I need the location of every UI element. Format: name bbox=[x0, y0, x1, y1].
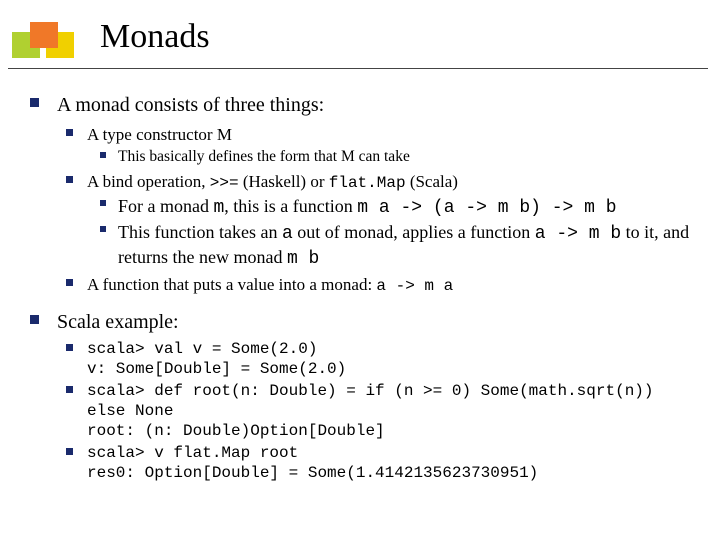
slide-content: A monad consists of three things: A type… bbox=[0, 79, 720, 483]
text-fragment: A function that puts a value into a mona… bbox=[87, 275, 376, 294]
point-defines-form: This basically defines the form that M c… bbox=[118, 147, 700, 166]
bullet-icon bbox=[30, 98, 39, 107]
text-fragment: For a monad bbox=[118, 196, 213, 216]
code-scala-def: scala> def root(n: Double) = if (n >= 0)… bbox=[87, 381, 700, 441]
point-function-takes-a: This function takes an a out of monad, a… bbox=[118, 221, 700, 270]
code-scala-val: scala> val v = Some(2.0) v: Some[Double]… bbox=[87, 339, 700, 379]
text-fragment: (Haskell) or bbox=[239, 172, 329, 191]
bullet-icon bbox=[66, 129, 73, 136]
code-a-to-mb: a -> m b bbox=[535, 224, 621, 244]
text-fragment: A bind operation, bbox=[87, 172, 210, 191]
point-scala-example: Scala example: bbox=[57, 310, 700, 335]
bullet-icon bbox=[100, 226, 106, 232]
code-haskell-bind: >>= bbox=[210, 174, 239, 192]
point-for-monad-function: For a monad m, this is a function m a ->… bbox=[118, 195, 700, 220]
bullet-icon bbox=[100, 200, 106, 206]
point-monad-consists: A monad consists of three things: bbox=[57, 93, 700, 118]
bullet-icon bbox=[66, 344, 73, 351]
point-bind-operation: A bind operation, >>= (Haskell) or flat.… bbox=[87, 171, 700, 193]
code-line: res0: Option[Double] = Some(1.4142135623… bbox=[87, 464, 538, 482]
code-bind-signature: m a -> (a -> m b) -> m b bbox=[357, 198, 616, 218]
code-scala-flatmap-call: scala> v flat.Map root res0: Option[Doub… bbox=[87, 443, 700, 483]
slide-title: Monads bbox=[0, 18, 720, 56]
bullet-icon bbox=[66, 448, 73, 455]
code-mb: m b bbox=[287, 249, 319, 269]
point-type-constructor: A type constructor M bbox=[87, 124, 700, 145]
code-line: v: Some[Double] = Some(2.0) bbox=[87, 360, 346, 378]
slide-header: Monads bbox=[0, 0, 720, 79]
text-fragment: This function takes an bbox=[118, 222, 282, 242]
text-fragment: , this is a function bbox=[224, 196, 357, 216]
code-line: root: (n: Double)Option[Double] bbox=[87, 422, 385, 440]
code-m: m bbox=[213, 198, 224, 218]
code-line: scala> val v = Some(2.0) bbox=[87, 340, 317, 358]
code-a: a bbox=[282, 224, 293, 244]
bullet-icon bbox=[66, 176, 73, 183]
bullet-icon bbox=[100, 152, 106, 158]
code-scala-flatmap: flat.Map bbox=[329, 174, 406, 192]
point-put-value: A function that puts a value into a mona… bbox=[87, 274, 700, 296]
text-fragment: out of monad, applies a function bbox=[293, 222, 535, 242]
bullet-icon bbox=[30, 315, 39, 324]
bullet-icon bbox=[66, 279, 73, 286]
bullet-icon bbox=[66, 386, 73, 393]
text-fragment: (Scala) bbox=[406, 172, 458, 191]
code-line: scala> v flat.Map root bbox=[87, 444, 298, 462]
logo-square-orange bbox=[30, 22, 58, 48]
code-return-signature: a -> m a bbox=[376, 277, 453, 295]
code-line: scala> def root(n: Double) = if (n >= 0)… bbox=[87, 382, 654, 420]
title-underline bbox=[8, 68, 708, 69]
